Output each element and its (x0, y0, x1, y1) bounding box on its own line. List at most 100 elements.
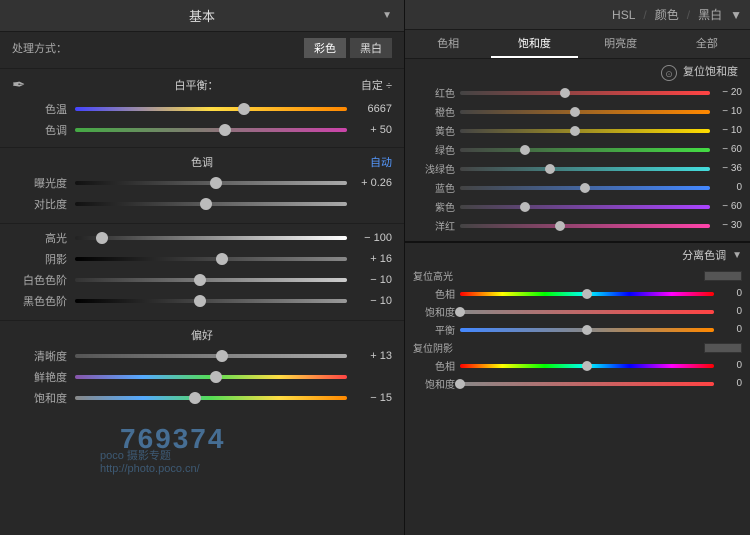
color-temp-label: 色温 (12, 101, 67, 117)
split-highlight-hue-slider[interactable] (460, 288, 714, 300)
split-shadow-title: 复位阴影 (413, 340, 453, 355)
hsl-yellow-label: 黄色 (413, 123, 455, 138)
split-highlight-hue-label: 色相 (413, 286, 455, 301)
split-shadow-sat-row: 饱和度 0 (413, 376, 742, 391)
contrast-row: 对比度 (12, 196, 392, 212)
watermark-text: 769374 (120, 423, 225, 455)
color-temp-row: 色温 6667 (12, 101, 392, 117)
right-arrow: ▼ (730, 8, 742, 22)
white-level-slider[interactable] (75, 273, 347, 287)
tone-section: 色调 自动 曝光度 + 0.26 对比度 (0, 148, 404, 224)
saturation-value: − 15 (347, 392, 392, 404)
tab-hue[interactable]: 色相 (405, 30, 491, 58)
hsl-orange-slider[interactable] (460, 106, 710, 118)
highlight-label: 高光 (12, 230, 67, 246)
panel-arrow: ▼ (382, 10, 392, 21)
highlight-swatch (704, 271, 742, 281)
shadow-label: 阴影 (12, 251, 67, 267)
tab-brightness[interactable]: 明亮度 (578, 30, 664, 58)
color-temp-slider[interactable] (75, 102, 347, 116)
hsl-red-row: 红色 − 20 (413, 85, 742, 100)
tint-slider[interactable] (75, 123, 347, 137)
hsl-red-slider[interactable] (460, 87, 710, 99)
split-shadow-hue-label: 色相 (413, 358, 455, 373)
split-highlight-sat-value: 0 (714, 306, 742, 317)
bw-nav-item[interactable]: 黑白 (698, 6, 722, 23)
bw-button[interactable]: 黑白 (350, 38, 392, 58)
hsl-blue-value: 0 (710, 182, 742, 193)
hsl-content: ⊙ 复位饱和度 红色 − 20 橙色 (405, 59, 750, 241)
hsl-yellow-row: 黄色 − 10 (413, 123, 742, 138)
hsl-blue-row: 蓝色 0 (413, 180, 742, 195)
hsl-orange-row: 橙色 − 10 (413, 104, 742, 119)
hsl-purple-label: 紫色 (413, 199, 455, 214)
hsl-yellow-value: − 10 (710, 125, 742, 136)
split-balance-label: 平衡 (413, 322, 455, 337)
hsl-red-value: − 20 (710, 87, 742, 98)
main-container: 769374 poco 摄影专题http://photo.poco.cn/ 基本… (0, 0, 750, 535)
tab-all[interactable]: 全部 (664, 30, 750, 58)
black-level-label: 黑色色阶 (12, 293, 67, 309)
split-highlight-hue-row: 色相 0 (413, 286, 742, 301)
shadow-slider[interactable] (75, 252, 347, 266)
split-balance-value: 0 (714, 324, 742, 335)
tint-label: 色调 (12, 122, 67, 138)
split-shadow-hue-value: 0 (714, 360, 742, 371)
split-balance-slider[interactable] (460, 324, 714, 336)
clarity-slider[interactable] (75, 349, 347, 363)
hsl-blue-slider[interactable] (460, 182, 710, 194)
hsl-nav-item[interactable]: HSL (612, 8, 635, 22)
split-highlight-sat-slider[interactable] (460, 306, 714, 318)
color-temp-value: 6667 (347, 103, 392, 115)
preference-section: 偏好 清晰度 + 13 鲜艳度 饱和 (0, 321, 404, 417)
tab-saturation[interactable]: 饱和度 (491, 30, 577, 58)
exposure-slider[interactable] (75, 176, 347, 190)
split-shadow-sat-label: 饱和度 (413, 376, 455, 391)
tone-title: 色调 (191, 154, 213, 170)
left-panel: 769374 poco 摄影专题http://photo.poco.cn/ 基本… (0, 0, 405, 535)
highlight-slider[interactable] (75, 231, 347, 245)
hsl-purple-slider[interactable] (460, 201, 710, 213)
hsl-orange-value: − 10 (710, 106, 742, 117)
hsl-tabs: 色相 饱和度 明亮度 全部 (405, 30, 750, 59)
black-level-value: − 10 (347, 295, 392, 307)
hsl-green-row: 绿色 − 60 (413, 142, 742, 157)
contrast-slider[interactable] (75, 197, 347, 211)
wb-label: 白平衡： (32, 77, 361, 93)
hsl-magenta-row: 洋红 − 30 (413, 218, 742, 233)
black-level-slider[interactable] (75, 294, 347, 308)
split-highlight-sat-label: 饱和度 (413, 304, 455, 319)
exposure-label: 曝光度 (12, 175, 67, 191)
clarity-label: 清晰度 (12, 348, 67, 364)
contrast-label: 对比度 (12, 196, 67, 212)
tone-auto[interactable]: 自动 (370, 154, 392, 170)
color-button[interactable]: 彩色 (304, 38, 346, 58)
hsl-aqua-slider[interactable] (460, 163, 710, 175)
color-nav-item[interactable]: 颜色 (655, 6, 679, 23)
processing-section: 处理方式： 彩色 黑白 (0, 32, 404, 69)
split-highlight-hue-value: 0 (714, 288, 742, 299)
hsl-yellow-slider[interactable] (460, 125, 710, 137)
hsl-magenta-value: − 30 (710, 220, 742, 231)
hsl-green-label: 绿色 (413, 142, 455, 157)
split-shadow-sat-value: 0 (714, 378, 742, 389)
tint-value: + 50 (347, 124, 392, 136)
split-shadow-hue-slider[interactable] (460, 360, 714, 372)
hsl-magenta-label: 洋红 (413, 218, 455, 233)
split-tone-title: 分离色调 (682, 247, 726, 263)
split-tone-panel: 分离色调 ▼ 复位高光 色相 0 (405, 241, 750, 391)
vibrance-slider[interactable] (75, 370, 347, 384)
hsl-green-slider[interactable] (460, 144, 710, 156)
hsl-purple-row: 紫色 − 60 (413, 199, 742, 214)
target-icon[interactable]: ⊙ (661, 65, 677, 81)
white-level-label: 白色色阶 (12, 272, 67, 288)
saturation-slider[interactable] (75, 391, 347, 405)
split-shadow-sat-slider[interactable] (460, 378, 714, 390)
split-highlight-title: 复位高光 (413, 268, 453, 283)
hsl-orange-label: 橙色 (413, 104, 455, 119)
split-balance-row: 平衡 0 (413, 322, 742, 337)
clarity-value: + 13 (347, 350, 392, 362)
hsl-blue-label: 蓝色 (413, 180, 455, 195)
eyedropper-icon: ✒ (12, 75, 32, 95)
hsl-magenta-slider[interactable] (460, 220, 710, 232)
